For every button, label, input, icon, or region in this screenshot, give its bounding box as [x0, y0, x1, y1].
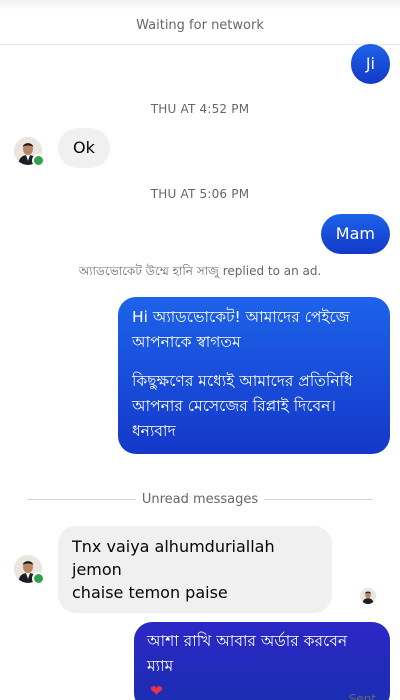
message-bubble-outgoing[interactable]: Ji	[350, 44, 390, 84]
heart-emoji-icon: ❤	[150, 682, 163, 700]
header-divider	[0, 44, 400, 45]
contact-avatar-icon[interactable]	[14, 137, 45, 167]
sent-status: Sent	[348, 692, 376, 700]
message-bubble-outgoing[interactable]: Mam	[320, 214, 390, 254]
online-dot-icon	[32, 572, 45, 585]
messenger-chat-screen: Waiting for network Ji THU AT 4:52 PM Ok…	[0, 0, 400, 700]
message-text-line: আশা রাখি আবার অর্ডার করবেন	[147, 632, 348, 650]
message-text: ম্যাম	[147, 657, 174, 675]
ad-reply-note: অ্যাডভোকেট উম্মে হানি সাজু replied to an…	[78, 264, 322, 278]
top-fade	[0, 0, 400, 10]
online-dot-icon	[32, 154, 45, 167]
divider-line-right	[264, 499, 372, 500]
message-text-line: Tnx vaiya alhumduriallah jemon	[72, 537, 275, 579]
unread-label: Unread messages	[141, 492, 259, 507]
message-text: Ji	[365, 54, 375, 73]
message-bubble-outgoing[interactable]: আশা রাখি আবার অর্ডার করবেন ম্যাম ❤	[134, 622, 390, 700]
timestamp: THU AT 4:52 PM	[150, 102, 250, 116]
message-text-line-with-emoji: ম্যাম ❤	[147, 654, 377, 700]
seen-avatar-icon	[360, 588, 376, 604]
message-bubble-incoming[interactable]: Tnx vaiya alhumduriallah jemon chaise te…	[58, 526, 332, 613]
unread-divider: Unread messages	[28, 491, 372, 509]
contact-avatar-icon[interactable]	[14, 555, 45, 585]
message-text: Mam	[335, 224, 375, 243]
message-text: Ok	[73, 138, 95, 157]
welcome-paragraph-2: কিছুক্ষণের মধ্যেই আমাদের প্রতিনিধি আপনার…	[132, 372, 353, 440]
message-bubble-outgoing-welcome[interactable]: Hi অ্যাডভোকেট! আমাদের পেইজে আপনাকে স্বাগ…	[118, 297, 390, 454]
network-status-text: Waiting for network	[136, 18, 264, 33]
message-bubble-incoming[interactable]: Ok	[58, 128, 110, 168]
message-text-line: chaise temon paise	[72, 583, 228, 602]
welcome-paragraph-1: Hi অ্যাডভোকেট! আমাদের পেইজে আপনাকে স্বাগ…	[132, 308, 350, 351]
timestamp: THU AT 5:06 PM	[150, 187, 250, 201]
